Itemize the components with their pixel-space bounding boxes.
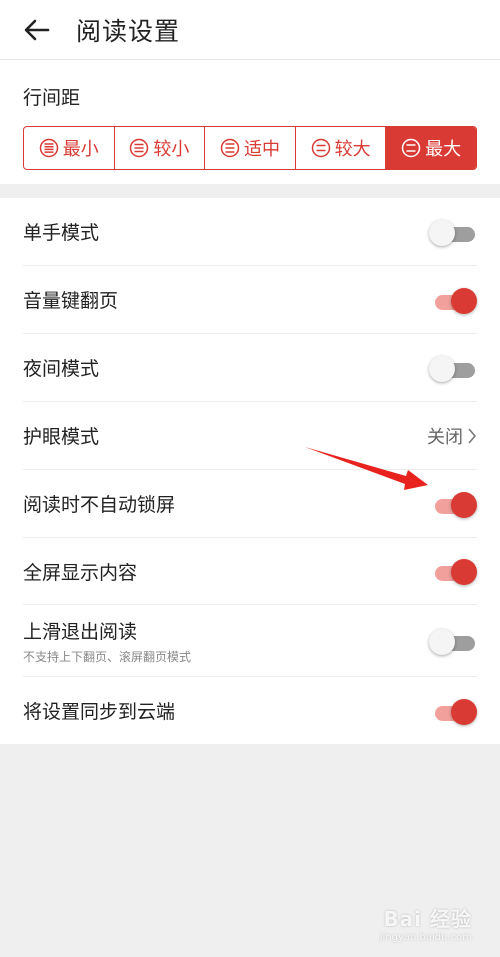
spacing-option-largest[interactable]: 最大: [386, 127, 476, 169]
spacing-smallest-icon: [39, 138, 59, 158]
setting-row-volume-key: 音量键翻页: [23, 266, 477, 334]
line-spacing-label: 行间距: [23, 87, 81, 109]
line-spacing-section: 行间距 最小 较小 适中 较大 最大: [0, 60, 500, 184]
spacing-option-medium[interactable]: 适中: [205, 127, 296, 169]
spacing-small-icon: [130, 138, 149, 158]
spacing-option-label: 适中: [243, 139, 280, 160]
setting-label: 夜间模式: [23, 358, 100, 380]
setting-label: 单手模式: [23, 222, 100, 244]
setting-row-sync-cloud: 将设置同步到云端: [23, 677, 477, 744]
spacing-option-label: 较大: [334, 139, 371, 160]
spacing-large-icon: [311, 138, 330, 158]
swipe-exit-toggle[interactable]: [429, 627, 477, 655]
setting-row-one-hand: 单手模式: [23, 198, 477, 266]
setting-label: 上滑退出阅读: [23, 620, 138, 643]
chevron-right-icon: [468, 427, 477, 444]
setting-row-night-mode: 夜间模式: [23, 334, 477, 402]
eye-care-status: 关闭: [427, 426, 463, 448]
setting-label: 护眼模式: [23, 426, 100, 448]
spacing-medium-icon: [220, 138, 240, 158]
eye-care-value[interactable]: 关闭: [427, 423, 477, 449]
watermark-logo: Bai 经验: [383, 907, 472, 931]
volume-key-toggle[interactable]: [431, 286, 477, 314]
setting-sublabel: 不支持上下翻页、滚屏翻页模式: [23, 649, 192, 664]
back-button[interactable]: [0, 0, 76, 60]
spacing-option-label: 最大: [425, 139, 462, 160]
setting-label: 全屏显示内容: [23, 561, 138, 584]
one-hand-toggle[interactable]: [429, 218, 477, 246]
page-title: 阅读设置: [76, 16, 181, 46]
setting-row-fullscreen: 全屏显示内容: [23, 538, 477, 605]
setting-label: 阅读时不自动锁屏: [23, 494, 176, 516]
setting-label: 音量键翻页: [23, 290, 119, 312]
spacing-option-smallest[interactable]: 最小: [24, 127, 115, 169]
spacing-largest-icon: [401, 138, 421, 158]
watermark: Bai 经验 jingyan.baidu.com: [380, 903, 472, 943]
spacing-option-label: 较小: [153, 139, 190, 160]
settings-list: 单手模式 音量键翻页 夜间模式 护眼模式 关闭 阅读时不自动锁屏 全屏显示内容 …: [0, 198, 500, 744]
no-auto-lock-toggle[interactable]: [431, 490, 477, 518]
spacing-option-label: 最小: [62, 139, 99, 160]
fullscreen-toggle[interactable]: [431, 557, 477, 585]
sync-cloud-toggle[interactable]: [431, 697, 477, 725]
swipe-exit-text: 上滑退出阅读 不支持上下翻页、滚屏翻页模式: [23, 617, 191, 665]
header: 阅读设置: [0, 0, 500, 60]
setting-row-swipe-exit: 上滑退出阅读 不支持上下翻页、滚屏翻页模式: [23, 605, 477, 677]
watermark-url: jingyan.baidu.com: [379, 932, 472, 943]
spacing-option-small[interactable]: 较小: [115, 127, 206, 169]
back-arrow-icon: [24, 19, 50, 40]
setting-row-no-auto-lock: 阅读时不自动锁屏: [23, 470, 477, 538]
setting-label: 将设置同步到云端: [23, 701, 176, 723]
line-spacing-selector: 最小 较小 适中 较大 最大: [23, 126, 477, 170]
spacing-option-large[interactable]: 较大: [296, 127, 387, 169]
setting-row-eye-care[interactable]: 护眼模式 关闭: [23, 402, 477, 470]
night-mode-toggle[interactable]: [429, 354, 477, 382]
